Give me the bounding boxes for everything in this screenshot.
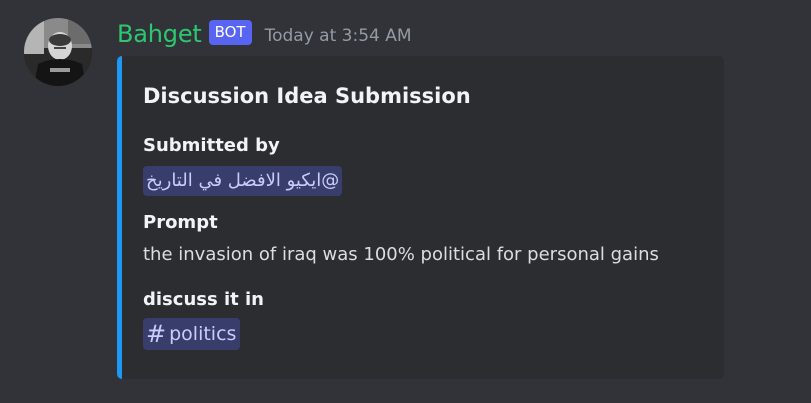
avatar-photo-icon	[24, 18, 92, 86]
author-username[interactable]: Bahget	[117, 20, 202, 48]
author-avatar[interactable]	[24, 18, 92, 86]
embed-title: Discussion Idea Submission	[143, 84, 471, 108]
message-embed: Discussion Idea Submission Submitted by …	[117, 56, 724, 379]
chat-message: Bahget BOT Today at 3:54 AM Discussion I…	[0, 0, 811, 403]
field-value-prompt: the invasion of iraq was 100% political …	[143, 244, 659, 265]
field-name-discuss-it-in: discuss it in	[143, 289, 264, 310]
user-mention[interactable]: @ايكيو الافضل في التاريخ	[143, 166, 343, 196]
message-header: Bahget BOT Today at 3:54 AM	[117, 16, 412, 52]
bot-tag-badge: BOT	[208, 19, 252, 45]
channel-mention-label: politics	[169, 323, 237, 345]
field-name-prompt: Prompt	[143, 212, 218, 233]
message-timestamp[interactable]: Today at 3:54 AM	[265, 26, 412, 46]
field-name-submitted-by: Submitted by	[143, 135, 280, 156]
channel-mention[interactable]: # politics	[143, 318, 241, 350]
hash-icon: #	[146, 320, 167, 348]
